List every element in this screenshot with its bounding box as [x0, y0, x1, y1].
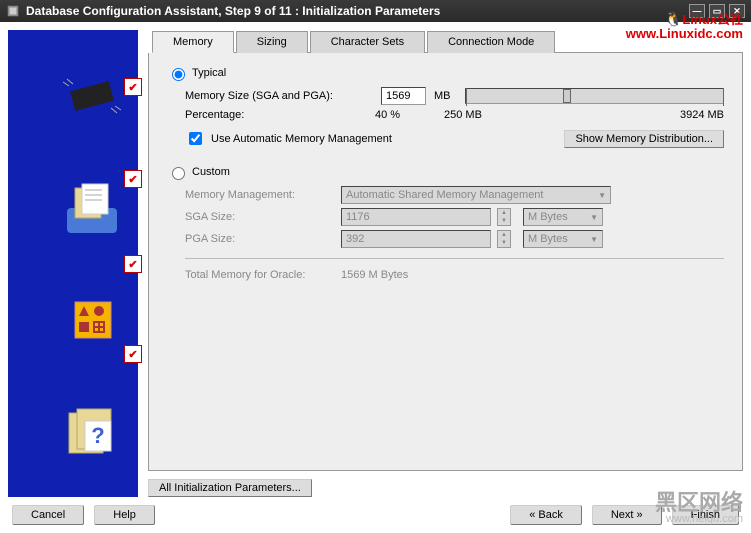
memory-size-unit: MB [434, 90, 451, 102]
maximize-button[interactable]: ▭ [709, 4, 725, 18]
chevron-down-icon: ▼ [590, 235, 598, 244]
chevron-down-icon: ▼ [598, 191, 606, 200]
sga-size-label: SGA Size: [185, 211, 335, 223]
cancel-button[interactable]: Cancel [12, 505, 84, 525]
show-memory-distribution-button[interactable]: Show Memory Distribution... [564, 130, 724, 148]
memory-size-label: Memory Size (SGA and PGA): [185, 90, 375, 102]
step-check-2: ✔ [124, 170, 142, 188]
step-check-3: ✔ [124, 255, 142, 273]
use-auto-memory-checkbox[interactable] [189, 132, 202, 145]
custom-label: Custom [192, 166, 230, 178]
chevron-right-icon: » [633, 509, 642, 521]
chevron-left-icon: « [529, 509, 538, 521]
memory-size-slider[interactable] [465, 88, 725, 104]
memory-panel: Typical Memory Size (SGA and PGA): MB [148, 53, 743, 471]
percentage-value: 40 % [375, 109, 430, 121]
step-check-1: ✔ [124, 78, 142, 96]
memory-management-label: Memory Management: [185, 189, 335, 201]
total-memory-value: 1569 M Bytes [341, 269, 408, 281]
close-button[interactable]: ✕ [729, 4, 745, 18]
percentage-label: Percentage: [185, 109, 375, 121]
typical-label: Typical [192, 67, 226, 79]
finish-button[interactable]: Finish [672, 505, 739, 525]
tab-memory[interactable]: Memory [152, 31, 234, 53]
minimize-button[interactable]: — [689, 4, 705, 18]
step-icon-docs [52, 178, 132, 238]
memory-management-dropdown: Automatic Shared Memory Management ▼ [341, 186, 611, 204]
chevron-down-icon: ▼ [590, 213, 598, 222]
sga-spinner: ▲▼ [497, 208, 511, 226]
memory-size-input[interactable] [381, 87, 426, 105]
pga-size-label: PGA Size: [185, 233, 335, 245]
slider-max: 3924 MB [680, 109, 724, 121]
main-panel: Memory Sizing Character Sets Connection … [148, 30, 743, 497]
tab-connection-mode[interactable]: Connection Mode [427, 31, 555, 53]
total-memory-label: Total Memory for Oracle: [185, 269, 335, 281]
step-check-4: ✔ [124, 345, 142, 363]
typical-radio[interactable] [172, 68, 185, 81]
app-icon [6, 4, 20, 18]
tab-bar: Memory Sizing Character Sets Connection … [152, 30, 743, 53]
step-icon-shapes [52, 289, 132, 349]
sga-unit-dropdown: M Bytes ▼ [523, 208, 603, 226]
tab-character-sets[interactable]: Character Sets [310, 31, 425, 53]
help-button[interactable]: Help [94, 505, 155, 525]
custom-radio[interactable] [172, 167, 185, 180]
slider-min: 250 MB [444, 109, 482, 121]
window-title: Database Configuration Assistant, Step 9… [26, 4, 440, 18]
wizard-footer: Cancel Help « Back Next » Finish [8, 497, 743, 525]
title-bar: Database Configuration Assistant, Step 9… [0, 0, 751, 22]
svg-text:?: ? [91, 423, 104, 448]
sga-size-input [341, 208, 491, 226]
pga-unit-dropdown: M Bytes ▼ [523, 230, 603, 248]
tab-sizing[interactable]: Sizing [236, 31, 308, 53]
step-icon-chip [52, 66, 132, 126]
use-auto-memory-label: Use Automatic Memory Management [211, 133, 392, 145]
pga-size-input [341, 230, 491, 248]
back-button[interactable]: « Back [510, 505, 582, 525]
all-initialization-parameters-button[interactable]: All Initialization Parameters... [148, 479, 312, 497]
step-icon-help: ? [52, 401, 132, 461]
next-button[interactable]: Next » [592, 505, 662, 525]
wizard-sidebar: ✔ ✔ [8, 30, 138, 497]
pga-spinner: ▲▼ [497, 230, 511, 248]
